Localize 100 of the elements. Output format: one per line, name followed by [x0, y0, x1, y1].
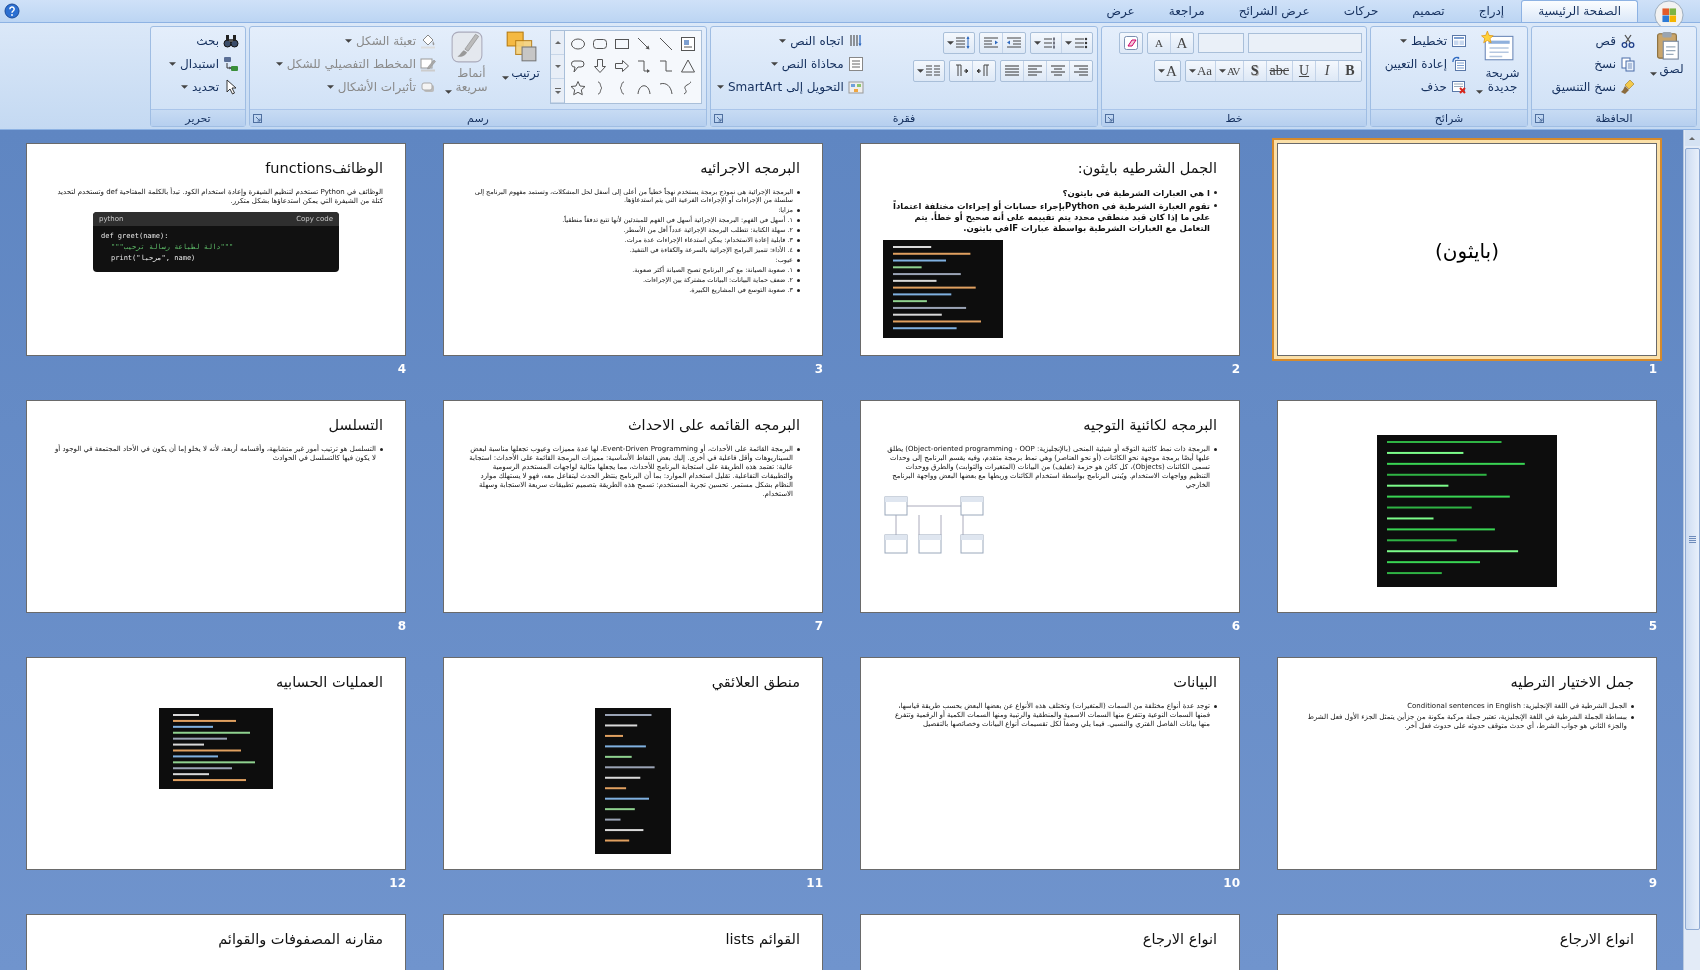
caret-icon [344, 39, 352, 43]
slide-thumbnail[interactable]: مقارنه المصفوفات والقوائم [26, 914, 406, 970]
slide-thumbnail[interactable] [1277, 400, 1657, 613]
ribbon-button[interactable]: قص [1549, 30, 1638, 52]
format-button[interactable]: B [1339, 61, 1361, 81]
slide-title: القوائم lists [724, 931, 800, 947]
quick-styles-icon [450, 30, 484, 64]
slide-title: الوظائفfunctions [264, 160, 383, 176]
ribbon-button[interactable]: استبدال [167, 53, 241, 75]
grow-font-button[interactable]: A [1171, 33, 1193, 53]
caret-icon [1476, 90, 1483, 94]
ribbon-button[interactable]: محاذاة النص [715, 53, 866, 75]
ribbon-button[interactable]: شريحة جديدة [1473, 30, 1523, 94]
rounded-rectangle-icon [592, 36, 608, 52]
bullet-icon [380, 448, 383, 451]
font-name-field[interactable] [1248, 33, 1362, 53]
dialog-launcher-icon [714, 113, 723, 123]
caret-icon [717, 85, 724, 89]
right-arrow-icon [614, 58, 630, 74]
ribbon-tab[interactable]: تصميم [1395, 0, 1462, 22]
ribbon-button[interactable]: ترتيب [496, 30, 546, 80]
slide-thumbnail[interactable] [443, 400, 823, 613]
slide-thumbnail[interactable]: منطق العلائقي [443, 657, 823, 870]
ribbon-button[interactable]: التحويل إلى SmartArt [715, 76, 866, 98]
bullet-icon [797, 219, 800, 222]
group-title: فقرة [892, 111, 916, 125]
format-button[interactable]: Aa [1185, 61, 1217, 81]
slide-number: 8 [397, 619, 406, 633]
shape-effects-icon [420, 79, 436, 95]
slide-thumbnail[interactable] [26, 143, 406, 356]
binoculars-icon [223, 33, 239, 49]
left-to-right-icon [953, 63, 969, 79]
ribbon-button[interactable]: نسخ التنسيق [1549, 76, 1638, 98]
format-button[interactable]: abc [1266, 61, 1293, 81]
slide-thumbnail[interactable]: القوائم lists [443, 914, 823, 970]
slide-number: 12 [389, 876, 406, 890]
slide-title: العمليات الحسابيه [274, 674, 383, 690]
ribbon-button[interactable]: تحديد [167, 76, 241, 98]
caret-icon [445, 90, 452, 94]
slide-thumbnail[interactable] [860, 400, 1240, 613]
caret-icon [502, 76, 510, 80]
caret-icon [770, 62, 778, 66]
format-button[interactable]: U [1293, 61, 1316, 81]
ribbon-tab[interactable]: مراجعة [1151, 0, 1222, 22]
ribbon-button[interactable]: حذف [1382, 76, 1469, 98]
ribbon-button[interactable]: إعادة التعيين [1382, 53, 1469, 75]
ribbon-tab[interactable]: حركات [1326, 0, 1396, 22]
elbow-connector-icon [658, 58, 674, 74]
bullet-icon [1214, 448, 1217, 451]
slide-thumbnail[interactable]: العمليات الحسابيه [26, 657, 406, 870]
format-button[interactable]: A [1155, 61, 1180, 81]
bullet-icon [797, 279, 800, 282]
ribbon-button[interactable]: بحث [167, 30, 241, 52]
shrink-font-button[interactable]: A [1148, 33, 1171, 53]
bullet-icon [1214, 191, 1217, 194]
slide-thumbnail[interactable]: انواع الارجاع [860, 914, 1240, 970]
decrease-indent-icon [1006, 35, 1022, 51]
arrow-icon [636, 36, 652, 52]
pen-icon [420, 56, 436, 72]
format-button[interactable]: AV [1216, 61, 1244, 81]
slide-title: (بايثون) [1435, 238, 1499, 263]
ribbon-tab[interactable]: الصفحة الرئيسية [1521, 0, 1638, 22]
ribbon-button[interactable]: اتجاه النص [715, 30, 866, 52]
font-size-field[interactable] [1198, 33, 1244, 53]
format-button[interactable]: S [1243, 61, 1267, 81]
slide-thumbnail[interactable] [443, 143, 823, 356]
slide-thumbnail[interactable] [860, 143, 1240, 356]
slide-thumbnail[interactable] [860, 657, 1240, 870]
arrange-icon [504, 30, 538, 64]
down-arrow-icon [592, 58, 608, 74]
ribbon-button[interactable]: تخطيط [1382, 30, 1469, 52]
ribbon-tab[interactable]: عرض الشرائح [1221, 0, 1327, 22]
numbering-button[interactable] [1031, 33, 1062, 53]
shapes-gallery[interactable] [550, 30, 702, 104]
scroll-down-icon [553, 63, 562, 70]
slide-title: جمل الاختيار الترطيه [1509, 674, 1634, 690]
slide-thumbnail[interactable]: انواع الارجاع [1277, 914, 1657, 970]
caret-icon [326, 85, 334, 89]
ribbon-tab[interactable]: عرض [1089, 0, 1152, 22]
format-button[interactable]: I [1316, 61, 1339, 81]
line-icon [658, 36, 674, 52]
slide-text: تقوم العبارة الشرطية في Pythonبإجراء حسابات أو إجراءات مختلفة اعتماداً على ما إذا كان قيد منطقي محدد يتم تقييمه على أنه صحيح أو خطأ. يتم التعامل مع العبارات الشرطية بواسطة عبارات IFفي بايثون. [892, 201, 1210, 234]
slide-number: 3 [814, 362, 823, 376]
caret-icon [275, 62, 283, 66]
numbering-icon [1042, 35, 1058, 51]
group-title: تحرير [185, 111, 211, 125]
caret-icon [1065, 41, 1072, 45]
slide-number: 4 [397, 362, 406, 376]
scroll-up-icon [553, 39, 562, 46]
ribbon-button[interactable]: نسخ [1549, 53, 1638, 75]
slide-title: انواع الارجاع [1141, 931, 1217, 947]
reset-icon [1451, 56, 1467, 72]
scroll-up-button[interactable] [1684, 130, 1700, 146]
ribbon-button[interactable]: لصق [1642, 30, 1692, 76]
caret-icon [180, 85, 188, 89]
rectangle-icon [614, 36, 630, 52]
slide-thumbnail[interactable] [1277, 657, 1657, 870]
bullets-icon [1073, 35, 1089, 51]
ribbon-tab[interactable]: إدراج [1461, 0, 1522, 22]
slide-number: 10 [1223, 876, 1240, 890]
